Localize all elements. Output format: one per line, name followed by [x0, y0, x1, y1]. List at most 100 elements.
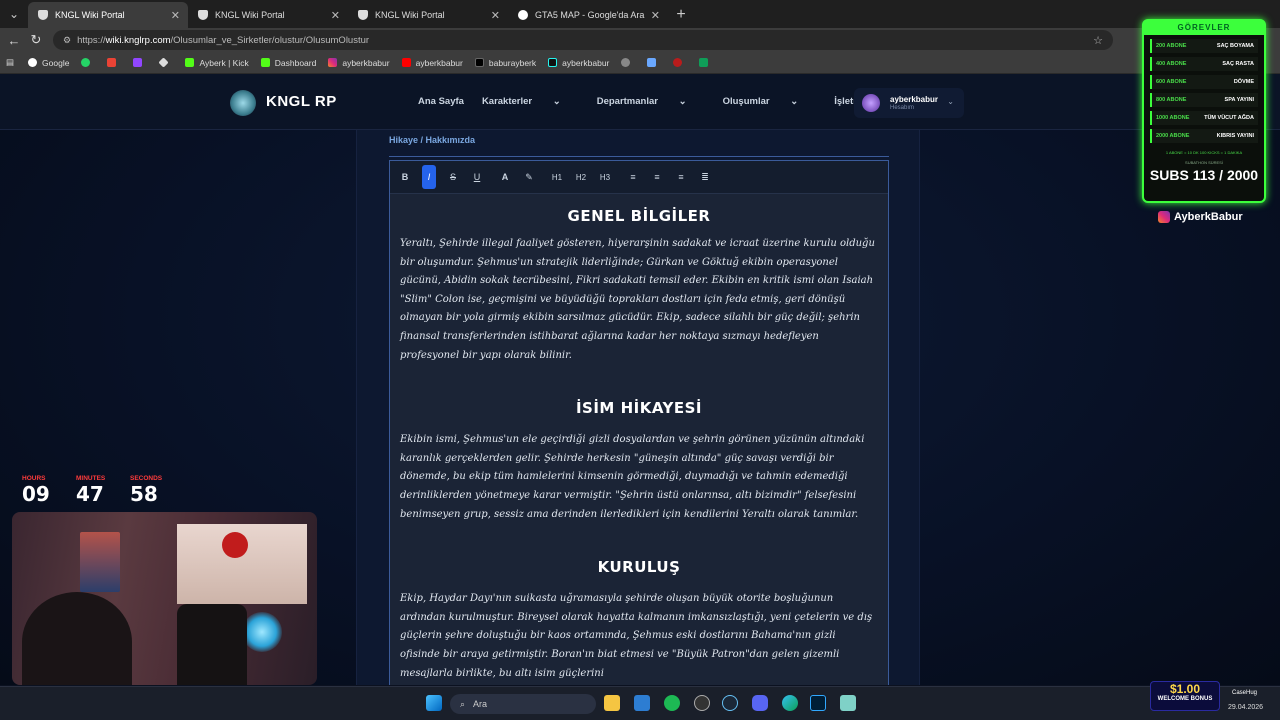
- chevron-down-icon: ⌄: [947, 97, 954, 106]
- windows-taskbar: $1.00 WELCOME BONUS CaseHug ⌕ Ara 29.04.…: [0, 681, 1280, 720]
- rich-text-editor[interactable]: B I S U A ✎ H1 H2 H3 ≡ ≡ ≡ ≣ GENEL BİLGİ…: [389, 160, 889, 685]
- bookmark-item[interactable]: [673, 58, 687, 67]
- obs-icon[interactable]: [694, 695, 710, 711]
- bookmark-item[interactable]: [158, 57, 173, 68]
- tab-title: KNGL Wiki Portal: [55, 10, 125, 20]
- tab-title: GTA5 MAP - Google'da Ara: [535, 10, 645, 20]
- bookmark-item[interactable]: Google: [28, 58, 69, 68]
- bookmark-star-icon[interactable]: ☆: [1093, 34, 1103, 47]
- goal-row: 600 ABONE DÖVME: [1150, 75, 1258, 89]
- account-name: ayberkbabur: [890, 95, 939, 104]
- browser-tab[interactable]: GTA5 MAP - Google'da Ara ✕: [508, 2, 668, 28]
- cherry-blossom-painting: [222, 532, 248, 558]
- bookmark-item[interactable]: [133, 58, 147, 67]
- notepad-icon[interactable]: [840, 695, 856, 711]
- bookmark-item[interactable]: [621, 58, 635, 67]
- bonus-amount: $1.00: [1169, 682, 1201, 696]
- timer-hours: HOURS 09: [22, 475, 50, 506]
- account-menu[interactable]: ayberkbabur Hesabım ⌄: [854, 88, 964, 118]
- browser-tab[interactable]: KNGL Wiki Portal ✕: [348, 2, 508, 28]
- bookmark-item[interactable]: ayberkbabur: [548, 58, 609, 68]
- windows-start-icon[interactable]: [426, 695, 442, 711]
- align-right-icon[interactable]: ≡: [674, 165, 688, 189]
- bookmark-item[interactable]: [699, 58, 713, 67]
- account-subtitle: Hesabım: [890, 105, 915, 111]
- italic-button[interactable]: I: [422, 165, 436, 189]
- tab-close-icon[interactable]: ✕: [171, 9, 180, 22]
- divider: [389, 156, 889, 157]
- nav-home[interactable]: Ana Sayfa: [418, 96, 464, 107]
- nav-characters[interactable]: Karakterler ⌄: [482, 96, 579, 107]
- mail-icon: [107, 58, 117, 67]
- photos-icon[interactable]: [634, 695, 650, 711]
- paragraph-general-info: Yeraltı, Şehirde illegal faaliyet göster…: [400, 238, 875, 361]
- photoshop-icon[interactable]: [810, 695, 826, 711]
- bonus-brand: CaseHug: [1232, 690, 1258, 696]
- bookmark-item[interactable]: Ayberk | Kick: [185, 58, 249, 68]
- chevron-down-icon: ⌄: [552, 96, 561, 107]
- editor-content[interactable]: GENEL BİLGİLER Yeraltı, Şehirde illegal …: [400, 201, 878, 683]
- site-nav: Ana Sayfa Karakterler ⌄ Departmanlar ⌄ O…: [418, 96, 897, 107]
- globe-icon: [621, 58, 631, 67]
- spotify-icon[interactable]: [664, 695, 680, 711]
- align-justify-icon[interactable]: ≣: [698, 165, 712, 189]
- site-logo-text[interactable]: KNGL RP: [266, 93, 337, 110]
- goal-row: 2000 ABONE KIBRIS YAYINI: [1150, 129, 1258, 143]
- nav-organizations[interactable]: Oluşumlar ⌄: [723, 96, 817, 107]
- file-explorer-icon[interactable]: [604, 695, 620, 711]
- heading3-button[interactable]: H3: [598, 165, 612, 189]
- align-center-icon[interactable]: ≡: [650, 165, 664, 189]
- heading2-button[interactable]: H2: [574, 165, 588, 189]
- sheets-icon: [699, 58, 709, 67]
- kngl-logo-icon[interactable]: [230, 90, 256, 116]
- bookmark-item[interactable]: [107, 58, 121, 67]
- tab-close-icon[interactable]: ✕: [331, 9, 340, 22]
- subathon-caption: SUBATHON SÜRESİ: [1185, 160, 1223, 165]
- goals-title: GÖREVLER: [1144, 21, 1264, 35]
- underline-button[interactable]: U: [470, 165, 484, 189]
- browser-tab[interactable]: KNGL Wiki Portal ✕: [28, 2, 188, 28]
- bookmark-item[interactable]: ayberkbabur: [401, 58, 463, 68]
- gaming-chair: [177, 604, 247, 685]
- browser-tab[interactable]: KNGL Wiki Portal ✕: [188, 2, 348, 28]
- subs-counter: SUBS 113 / 2000: [1149, 167, 1259, 183]
- reload-icon[interactable]: ↻: [25, 32, 47, 48]
- bookmark-item[interactable]: baburayberk: [474, 58, 536, 68]
- bookmarks-menu-icon[interactable]: ▤: [6, 57, 14, 68]
- text-color-button[interactable]: A: [498, 165, 512, 189]
- avatar: [862, 94, 880, 112]
- site-header: KNGL RP Ana Sayfa Karakterler ⌄ Departma…: [0, 74, 1280, 130]
- address-bar[interactable]: ⚙ https:// wiki.knglrp.com /Olusumlar_ve…: [53, 30, 1113, 50]
- bookmark-item[interactable]: [647, 58, 661, 67]
- browser-tab-strip: ⌄ KNGL Wiki Portal ✕ KNGL Wiki Portal ✕ …: [0, 0, 1280, 28]
- nav-departments[interactable]: Departmanlar ⌄: [597, 96, 705, 107]
- paragraph-foundation: Ekip, Haydar Dayı'nın suikasta uğramasıy…: [400, 593, 873, 679]
- new-tab-plus-icon[interactable]: +: [668, 2, 694, 28]
- site-info-icon[interactable]: ⚙: [63, 35, 71, 46]
- heading-general-info: GENEL BİLGİLER: [567, 207, 711, 225]
- url-host: wiki.knglrp.com: [105, 34, 171, 46]
- welcome-bonus-badge: $1.00 WELCOME BONUS: [1150, 681, 1220, 711]
- highlight-icon[interactable]: ✎: [522, 165, 536, 189]
- tab-title: KNGL Wiki Portal: [375, 10, 445, 20]
- bookmark-item[interactable]: Dashboard: [260, 58, 316, 68]
- strikethrough-button[interactable]: S: [446, 165, 460, 189]
- tab-search-chevron-icon[interactable]: ⌄: [0, 0, 28, 28]
- back-arrow-icon[interactable]: ←: [3, 33, 25, 48]
- bookmark-item[interactable]: [81, 58, 95, 67]
- tab-close-icon[interactable]: ✕: [651, 9, 660, 22]
- webcam-feed: [12, 512, 317, 685]
- instagram-handle: AyberkBabur: [1158, 211, 1243, 223]
- tab-close-icon[interactable]: ✕: [491, 9, 500, 22]
- heading1-button[interactable]: H1: [550, 165, 564, 189]
- twitch-icon: [133, 58, 143, 67]
- steam-icon[interactable]: [722, 695, 738, 711]
- bookmark-item[interactable]: ayberkbabur: [328, 58, 390, 68]
- bold-button[interactable]: B: [398, 165, 412, 189]
- taskbar-search[interactable]: ⌕ Ara: [450, 694, 596, 714]
- align-left-icon[interactable]: ≡: [626, 165, 640, 189]
- discord-icon[interactable]: [752, 695, 768, 711]
- edge-icon[interactable]: [782, 695, 798, 711]
- url-path: /Olusumlar_ve_Sirketler/olustur/OlusumOl…: [170, 34, 370, 46]
- sparkle-icon: [647, 58, 657, 67]
